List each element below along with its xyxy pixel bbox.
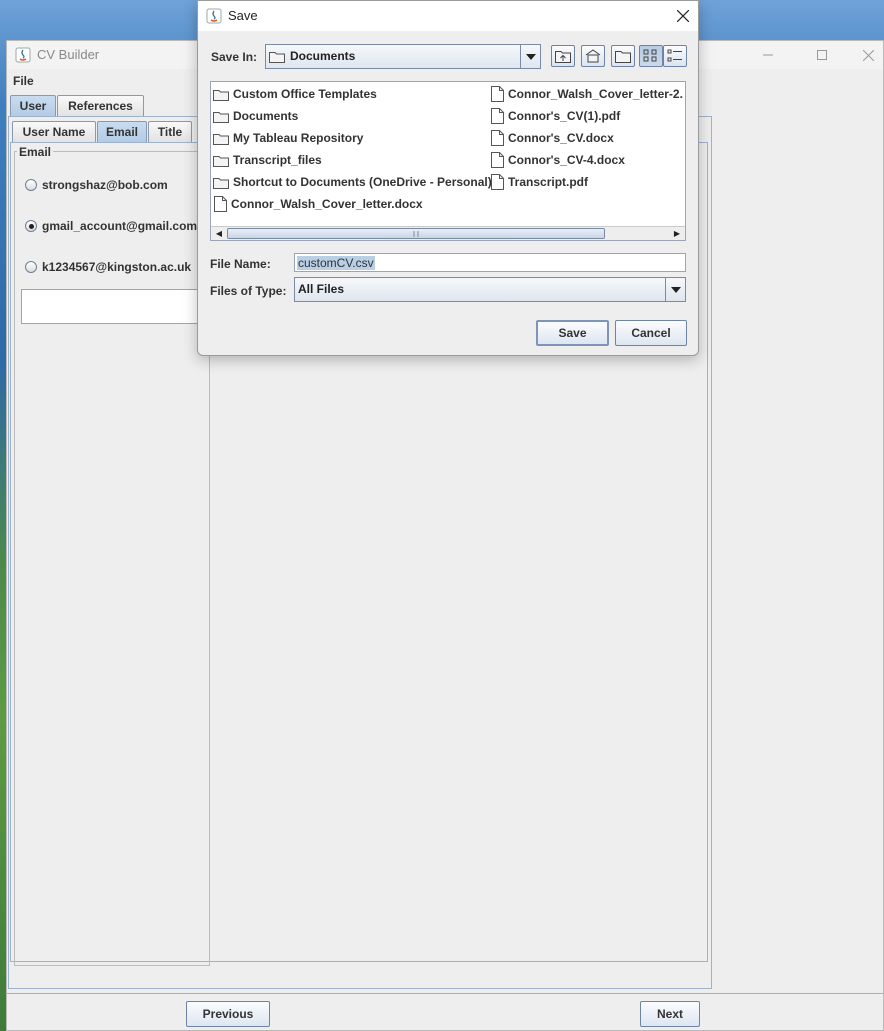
new-folder-icon (615, 51, 631, 63)
radio-button-selected[interactable] (25, 220, 37, 232)
scrollbar-thumb[interactable] (227, 228, 605, 239)
folder-icon (213, 133, 229, 145)
folder-icon (213, 177, 229, 189)
save-in-value-text: Documents (290, 49, 356, 63)
home-icon (585, 49, 601, 63)
document-icon (491, 108, 504, 124)
file-list-item[interactable]: Transcript.pdf (491, 172, 588, 192)
email-option-2[interactable]: gmail_account@gmail.com (25, 218, 197, 234)
file-list: Custom Office Templates Documents My Tab… (210, 81, 686, 241)
next-button[interactable]: Next (640, 1001, 700, 1027)
save-in-label: Save In: (211, 50, 258, 64)
dialog-titlebar: Save (198, 1, 698, 31)
maximize-icon (817, 50, 827, 60)
file-list-item[interactable]: Connor_Walsh_Cover_letter-2. (491, 84, 683, 104)
tab-user[interactable]: User (10, 95, 56, 116)
file-list-item[interactable]: Connor's_CV-4.docx (491, 150, 625, 170)
files-of-type-label: Files of Type: (210, 284, 287, 298)
tab-references[interactable]: References (57, 95, 144, 116)
file-list-item[interactable]: Documents (213, 106, 298, 126)
document-icon (214, 196, 227, 212)
close-icon (862, 49, 874, 61)
menu-file[interactable]: File (13, 74, 34, 88)
file-list-item[interactable]: Transcript_files (213, 150, 322, 170)
file-name: Connor's_CV(1).pdf (508, 109, 621, 123)
java-app-icon (206, 8, 222, 24)
cancel-button[interactable]: Cancel (615, 320, 687, 346)
details-view-button[interactable] (663, 45, 687, 67)
save-in-value: Documents (269, 49, 355, 63)
tab-title[interactable]: Title (148, 121, 192, 142)
document-icon (491, 130, 504, 146)
bottom-separator (7, 993, 883, 994)
file-name: Custom Office Templates (233, 87, 377, 101)
list-view-button[interactable] (639, 45, 663, 67)
horizontal-scrollbar[interactable]: ◀ ▶ (211, 226, 685, 240)
email-group-legend: Email (17, 145, 54, 159)
file-list-item[interactable]: Connor's_CV.docx (491, 128, 614, 148)
folder-up-icon (555, 51, 571, 63)
file-name: Connor's_CV-4.docx (508, 153, 625, 167)
file-name-label: File Name: (210, 257, 271, 271)
folder-icon (269, 51, 285, 63)
email-input[interactable] (21, 289, 211, 324)
minimize-icon (763, 54, 773, 56)
file-name: Shortcut to Documents (OneDrive - Person… (233, 175, 492, 189)
java-app-icon (15, 47, 31, 63)
file-list-item[interactable]: My Tableau Repository (213, 128, 363, 148)
folder-icon (213, 155, 229, 167)
grip-icon (413, 231, 419, 237)
file-name-value: customCV.csv (297, 256, 375, 270)
file-list-item[interactable]: Connor's_CV(1).pdf (491, 106, 620, 126)
file-name: Documents (233, 109, 299, 123)
save-button[interactable]: Save (536, 320, 609, 346)
document-icon (491, 86, 504, 102)
close-icon (677, 10, 689, 22)
file-list-item[interactable]: Custom Office Templates (213, 84, 377, 104)
close-window-button[interactable] (845, 41, 884, 69)
maximize-button[interactable] (799, 41, 845, 69)
file-name: Transcript.pdf (508, 175, 589, 189)
previous-button[interactable]: Previous (186, 1001, 270, 1027)
main-window-title: CV Builder (37, 47, 100, 62)
folder-icon (213, 89, 229, 101)
file-name: My Tableau Repository (233, 131, 364, 145)
file-name: Connor's_CV.docx (508, 131, 614, 145)
file-name: Connor_Walsh_Cover_letter-2. (508, 87, 683, 101)
email-option-label: strongshaz@bob.com (42, 178, 168, 192)
folder-icon (213, 111, 229, 123)
radio-button[interactable] (25, 179, 37, 191)
file-list-item[interactable]: Shortcut to Documents (OneDrive - Person… (213, 172, 492, 192)
details-view-icon (667, 49, 682, 62)
scroll-left-icon[interactable]: ◀ (212, 227, 226, 240)
chevron-down-icon[interactable] (520, 45, 540, 68)
home-button[interactable] (581, 45, 605, 67)
tab-email[interactable]: Email (97, 121, 147, 142)
dialog-title: Save (228, 8, 258, 23)
files-of-type-combobox[interactable]: All Files (294, 277, 686, 302)
up-one-level-button[interactable] (551, 45, 575, 67)
email-option-label: k1234567@kingston.ac.uk (42, 260, 192, 274)
save-in-combobox[interactable]: Documents (265, 44, 541, 69)
new-folder-button[interactable] (611, 45, 635, 67)
document-icon (491, 152, 504, 168)
chevron-down-icon[interactable] (665, 278, 685, 301)
file-name-field[interactable]: customCV.csv (294, 253, 686, 272)
file-name: Transcript_files (233, 153, 322, 167)
dialog-close-button[interactable] (668, 1, 698, 31)
document-icon (491, 174, 504, 190)
scroll-right-icon[interactable]: ▶ (670, 227, 684, 240)
tab-user-name[interactable]: User Name (12, 121, 96, 142)
email-option-label: gmail_account@gmail.com (42, 219, 198, 233)
minimize-button[interactable] (745, 41, 791, 69)
save-dialog: Save Save In: Documents Custom Office Te… (197, 0, 699, 356)
radio-button[interactable] (25, 261, 37, 273)
file-list-item[interactable]: Connor_Walsh_Cover_letter.docx (214, 194, 423, 214)
list-view-icon (643, 49, 657, 62)
files-of-type-value: All Files (298, 282, 345, 296)
file-name: Connor_Walsh_Cover_letter.docx (231, 197, 423, 211)
email-option-1[interactable]: strongshaz@bob.com (25, 177, 168, 193)
email-option-3[interactable]: k1234567@kingston.ac.uk (25, 259, 191, 275)
